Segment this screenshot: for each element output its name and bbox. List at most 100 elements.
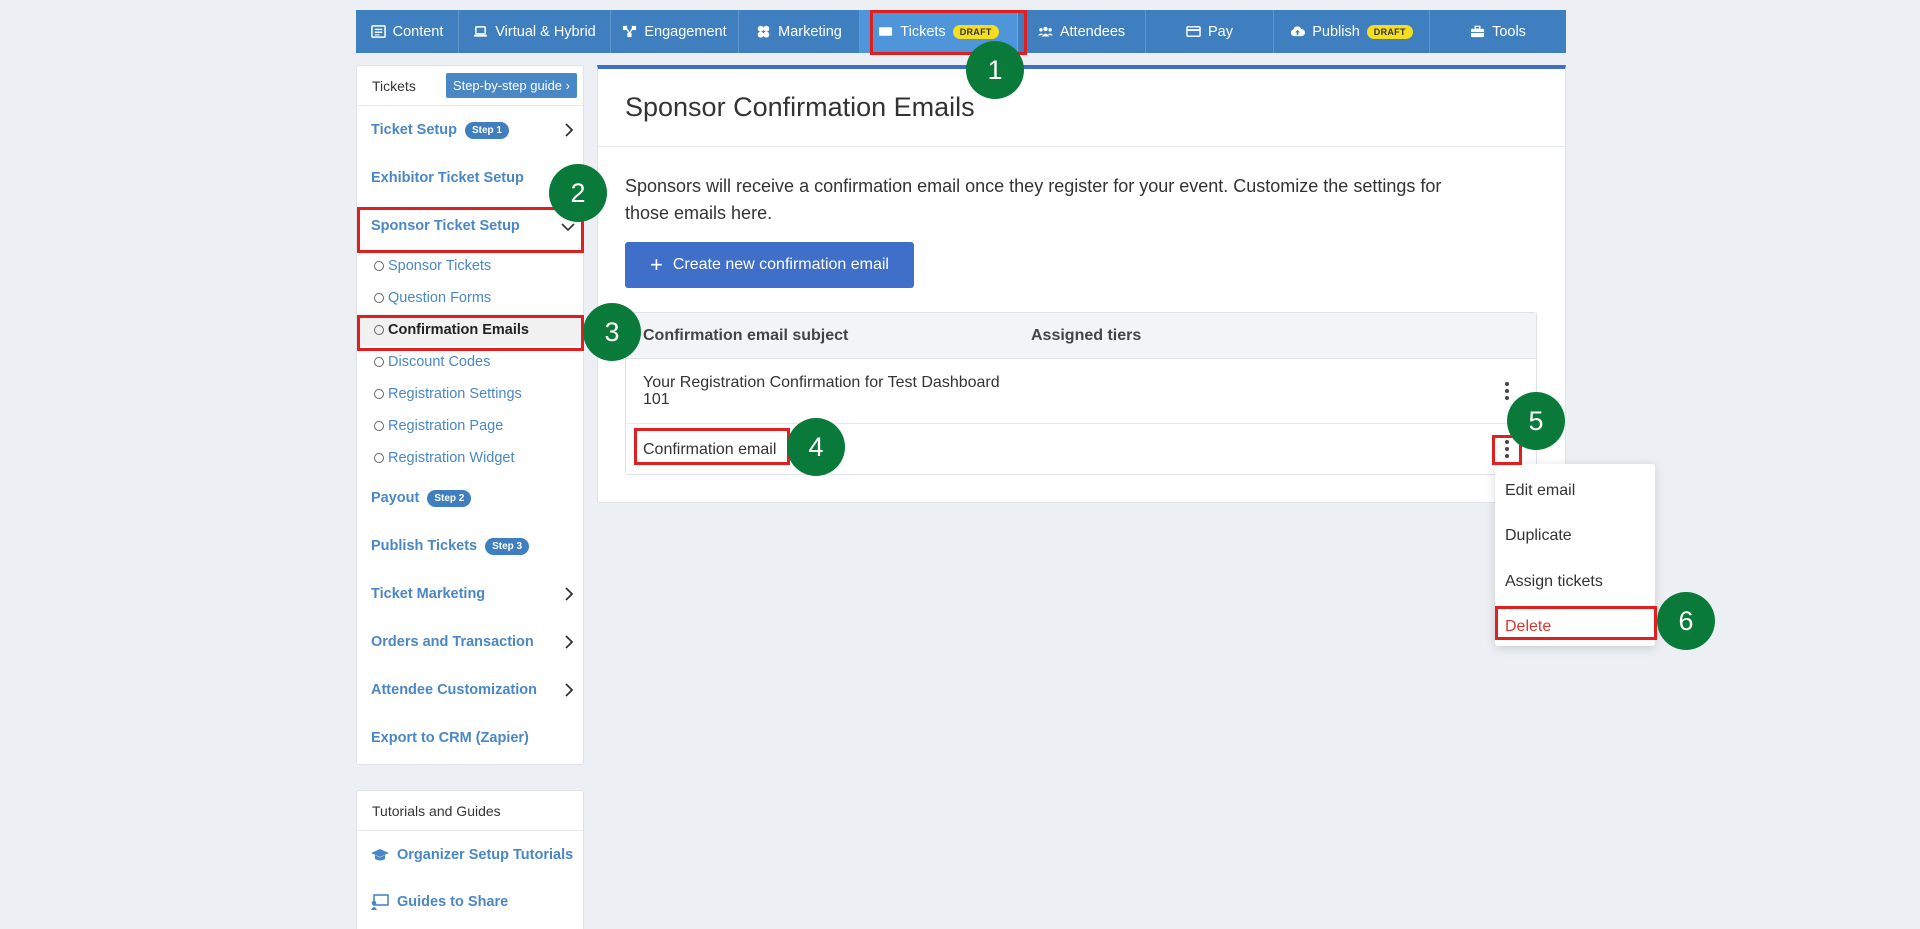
- chevron-down-icon: [561, 223, 575, 232]
- nav-engagement[interactable]: Engagement: [611, 10, 739, 53]
- sidebar-item-sponsor-ticket-setup[interactable]: Sponsor Ticket Setup: [357, 202, 583, 250]
- sub-item-label: Registration Settings: [388, 386, 522, 402]
- row-actions-kebab-icon[interactable]: [1503, 381, 1511, 401]
- sidebar-item-ticket-marketing[interactable]: Ticket Marketing: [357, 570, 583, 618]
- sidebar-title: Tickets: [372, 77, 416, 94]
- draft-badge: DRAFT: [952, 24, 999, 39]
- tickets-sidebar: Tickets Step-by-step guide › Ticket Setu…: [356, 65, 584, 765]
- nav-pay-label: Pay: [1208, 23, 1233, 40]
- nav-engagement-label: Engagement: [644, 23, 727, 40]
- nav-virtual-hybrid[interactable]: Virtual & Hybrid: [459, 10, 611, 53]
- nav-tickets-label: Tickets: [900, 23, 946, 40]
- tutorials-header: Tutorials and Guides: [357, 791, 583, 831]
- sub-item-registration-settings[interactable]: Registration Settings: [357, 378, 583, 410]
- table-row[interactable]: Your Registration Confirmation for Test …: [626, 359, 1536, 424]
- menu-item-delete[interactable]: Delete: [1495, 605, 1655, 651]
- confirmation-emails-table: Confirmation email subject Assigned tier…: [625, 312, 1537, 475]
- circle-icon: [374, 453, 384, 463]
- main-panel: Sponsor Confirmation Emails Sponsors wil…: [597, 65, 1566, 503]
- ticket-icon: [879, 27, 893, 36]
- guides-to-share-link[interactable]: Guides to Share: [357, 878, 583, 925]
- chevron-right-icon: [565, 635, 574, 649]
- step-by-step-guide-button[interactable]: Step-by-step guide ›: [445, 73, 577, 98]
- publish-tickets-label: Publish Tickets: [371, 538, 478, 554]
- step-number-badge: 2: [549, 164, 607, 222]
- content-icon: [370, 25, 386, 38]
- sub-item-label: Sponsor Tickets: [388, 258, 492, 274]
- step-badge: Step 1: [464, 121, 509, 139]
- step-badge: Step 3: [485, 537, 530, 555]
- nav-attendees[interactable]: Attendees: [1018, 10, 1146, 53]
- menu-item-duplicate[interactable]: Duplicate: [1495, 514, 1655, 560]
- step-number-badge: 4: [787, 418, 845, 476]
- export-crm-label: Export to CRM (Zapier): [371, 730, 529, 746]
- sidebar-item-orders-transaction[interactable]: Orders and Transaction: [357, 618, 583, 666]
- sub-item-registration-widget[interactable]: Registration Widget: [357, 442, 583, 474]
- menu-item-edit-email[interactable]: Edit email: [1495, 468, 1655, 514]
- presentation-icon: [371, 893, 389, 910]
- circle-icon: [374, 421, 384, 431]
- nav-content[interactable]: Content: [356, 10, 459, 53]
- sub-item-label: Registration Widget: [388, 450, 515, 466]
- circle-icon: [374, 293, 384, 303]
- people-icon: [1037, 26, 1053, 37]
- sub-item-label: Registration Page: [388, 418, 504, 434]
- top-navigation: Content Virtual & Hybrid Engagement Mark…: [356, 10, 1566, 53]
- guide-button-label: Step-by-step guide: [452, 78, 563, 93]
- sidebar-item-attendee-customization[interactable]: Attendee Customization: [357, 666, 583, 714]
- ticket-setup-label: Ticket Setup: [371, 122, 457, 138]
- sidebar-header: Tickets Step-by-step guide ›: [357, 66, 583, 106]
- sub-item-registration-page[interactable]: Registration Page: [357, 410, 583, 442]
- sponsor-label: Sponsor Ticket Setup: [371, 218, 520, 234]
- sub-item-label: Discount Codes: [388, 354, 491, 370]
- row-actions-kebab-icon[interactable]: [1503, 439, 1511, 459]
- step-number-badge: 3: [583, 303, 641, 361]
- ticket-marketing-label: Ticket Marketing: [371, 586, 486, 602]
- card-icon: [1186, 26, 1201, 37]
- circle-icon: [374, 261, 384, 271]
- organizer-setup-tutorials-link[interactable]: Organizer Setup Tutorials: [357, 831, 583, 878]
- email-subject: Your Registration Confirmation for Test …: [643, 374, 1000, 408]
- create-button-label: Create new confirmation email: [672, 256, 889, 273]
- page-title: Sponsor Confirmation Emails: [598, 69, 1565, 147]
- tutorials-label: Organizer Setup Tutorials: [397, 846, 574, 863]
- sidebar-item-export-crm[interactable]: Export to CRM (Zapier): [357, 714, 583, 762]
- step-badge: Step 2: [427, 489, 472, 507]
- nav-tools[interactable]: Tools: [1430, 10, 1566, 53]
- laptop-icon: [474, 26, 488, 37]
- chevron-right-icon: [565, 123, 574, 137]
- column-header-subject: Confirmation email subject: [643, 326, 849, 344]
- draft-badge: DRAFT: [1366, 24, 1413, 39]
- nav-pay[interactable]: Pay: [1146, 10, 1274, 53]
- nav-publish[interactable]: Publish DRAFT: [1274, 10, 1430, 53]
- nav-marketing[interactable]: Marketing: [739, 10, 860, 53]
- guides-label: Guides to Share: [397, 893, 509, 910]
- step-number-badge: 1: [966, 41, 1024, 99]
- nav-publish-label: Publish: [1312, 23, 1360, 40]
- page-description: Sponsors will receive a confirmation ema…: [625, 176, 1442, 223]
- circle-icon: [374, 357, 384, 367]
- exhibitor-label: Exhibitor Ticket Setup: [371, 170, 524, 186]
- table-row[interactable]: Confirmation email: [626, 424, 1536, 474]
- sub-item-confirmation-emails[interactable]: Confirmation Emails: [357, 314, 583, 346]
- sidebar-item-publish-tickets[interactable]: Publish Tickets Step 3: [357, 522, 583, 570]
- step-number-badge: 5: [1507, 392, 1565, 450]
- create-confirmation-email-button[interactable]: + Create new confirmation email: [625, 242, 914, 288]
- circle-icon: [374, 325, 384, 335]
- sidebar-item-payout[interactable]: Payout Step 2: [357, 474, 583, 522]
- chevron-right-icon: ›: [565, 78, 570, 93]
- sub-item-sponsor-tickets[interactable]: Sponsor Tickets: [357, 250, 583, 282]
- sub-item-label: Confirmation Emails: [388, 322, 529, 338]
- menu-item-assign-tickets[interactable]: Assign tickets: [1495, 559, 1655, 605]
- nav-attendees-label: Attendees: [1059, 23, 1126, 40]
- engagement-icon: [623, 25, 637, 38]
- marketing-icon: [757, 25, 770, 38]
- plus-icon: +: [650, 252, 663, 277]
- sub-item-question-forms[interactable]: Question Forms: [357, 282, 583, 314]
- nav-marketing-label: Marketing: [778, 23, 842, 40]
- sidebar-item-ticket-setup[interactable]: Ticket Setup Step 1: [357, 106, 583, 154]
- graduation-cap-icon: [371, 848, 389, 860]
- sub-item-discount-codes[interactable]: Discount Codes: [357, 346, 583, 378]
- chevron-right-icon: [565, 683, 574, 697]
- column-header-tiers: Assigned tiers: [1031, 326, 1142, 344]
